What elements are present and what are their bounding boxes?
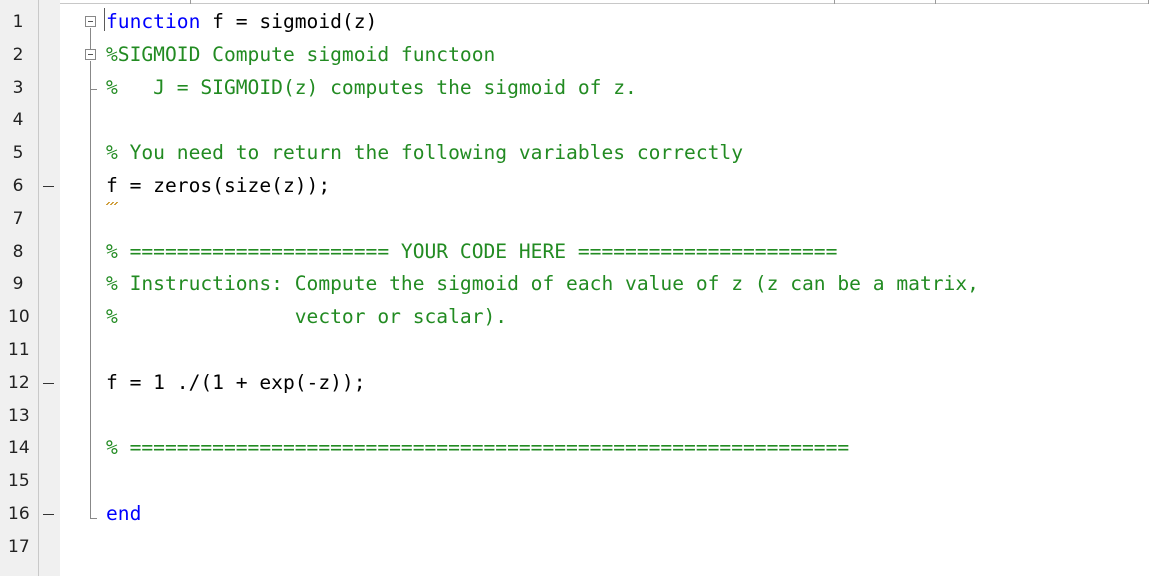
- line-number: 3: [12, 77, 24, 98]
- line-number: 2: [12, 44, 24, 65]
- code-analyzer-warning-underline: [106, 202, 118, 205]
- line-number: 12: [8, 372, 30, 393]
- executable-line-marker[interactable]: [43, 382, 54, 385]
- code-line[interactable]: 17: [0, 531, 1149, 564]
- line-number: 15: [8, 471, 30, 492]
- line-number: 14: [8, 438, 30, 459]
- code-line[interactable]: 2 %SIGMOID Compute sigmoid functoon: [0, 39, 1149, 72]
- line-number: 6: [12, 175, 24, 196]
- code-line[interactable]: 8 % ====================== YOUR CODE HER…: [0, 236, 1149, 269]
- tab-edge-fragment: [935, 0, 1149, 4]
- code-line[interactable]: 13: [0, 400, 1149, 433]
- comment-text[interactable]: % Instructions: Compute the sigmoid of e…: [106, 268, 979, 301]
- code-editor[interactable]: 1 function f = sigmoid(z) 2 %SIGMOID Com…: [0, 6, 1149, 564]
- tab-edge-fragment: [190, 0, 835, 4]
- keyword[interactable]: end: [106, 498, 141, 531]
- line-number: 11: [8, 339, 30, 360]
- line-number: 16: [8, 503, 30, 524]
- code-line[interactable]: 16 end: [0, 498, 1149, 531]
- executable-line-marker[interactable]: [43, 513, 54, 516]
- code-line[interactable]: 7: [0, 203, 1149, 236]
- code-line[interactable]: 15: [0, 465, 1149, 498]
- code-line[interactable]: 14 % ===================================…: [0, 432, 1149, 465]
- code-line[interactable]: 10 % vector or scalar).: [0, 301, 1149, 334]
- code-line[interactable]: 4: [0, 104, 1149, 137]
- editor-tab-strip-edge: [0, 0, 1149, 4]
- line-number: 13: [8, 405, 30, 426]
- line-number: 7: [12, 208, 24, 229]
- executable-line-marker[interactable]: [43, 185, 54, 188]
- code-line[interactable]: 6 f = zeros(size(z));: [0, 170, 1149, 203]
- line-number: 1: [12, 12, 24, 32]
- comment-text[interactable]: %SIGMOID Compute sigmoid functoon: [106, 39, 495, 72]
- comment-text[interactable]: % ======================================…: [106, 432, 849, 465]
- comment-text[interactable]: % J = SIGMOID(z) computes the sigmoid of…: [106, 72, 637, 105]
- keyword: function: [106, 10, 201, 33]
- line-number: 4: [12, 110, 24, 131]
- line-number: 9: [12, 274, 24, 295]
- code-line[interactable]: 12 f = 1 ./(1 + exp(-z));: [0, 367, 1149, 400]
- code-text[interactable]: f = zeros(size(z));: [106, 170, 330, 203]
- comment-text[interactable]: % You need to return the following varia…: [106, 137, 743, 170]
- line-number: 5: [12, 143, 24, 164]
- comment-text[interactable]: % vector or scalar).: [106, 301, 507, 334]
- line-number: 10: [8, 307, 30, 328]
- line-number: 8: [12, 241, 24, 262]
- code-text[interactable]: function f = sigmoid(z): [106, 6, 377, 39]
- code-line[interactable]: 5 % You need to return the following var…: [0, 137, 1149, 170]
- code-line[interactable]: 3 % J = SIGMOID(z) computes the sigmoid …: [0, 72, 1149, 105]
- line-number: 17: [8, 536, 30, 557]
- code-line[interactable]: 1 function f = sigmoid(z): [0, 6, 1149, 39]
- comment-text[interactable]: % ====================== YOUR CODE HERE …: [106, 236, 837, 269]
- code-text[interactable]: f = 1 ./(1 + exp(-z));: [106, 367, 366, 400]
- code-line[interactable]: 11: [0, 334, 1149, 367]
- code-line[interactable]: 9 % Instructions: Compute the sigmoid of…: [0, 268, 1149, 301]
- code-segment: f = sigmoid(z): [200, 10, 378, 33]
